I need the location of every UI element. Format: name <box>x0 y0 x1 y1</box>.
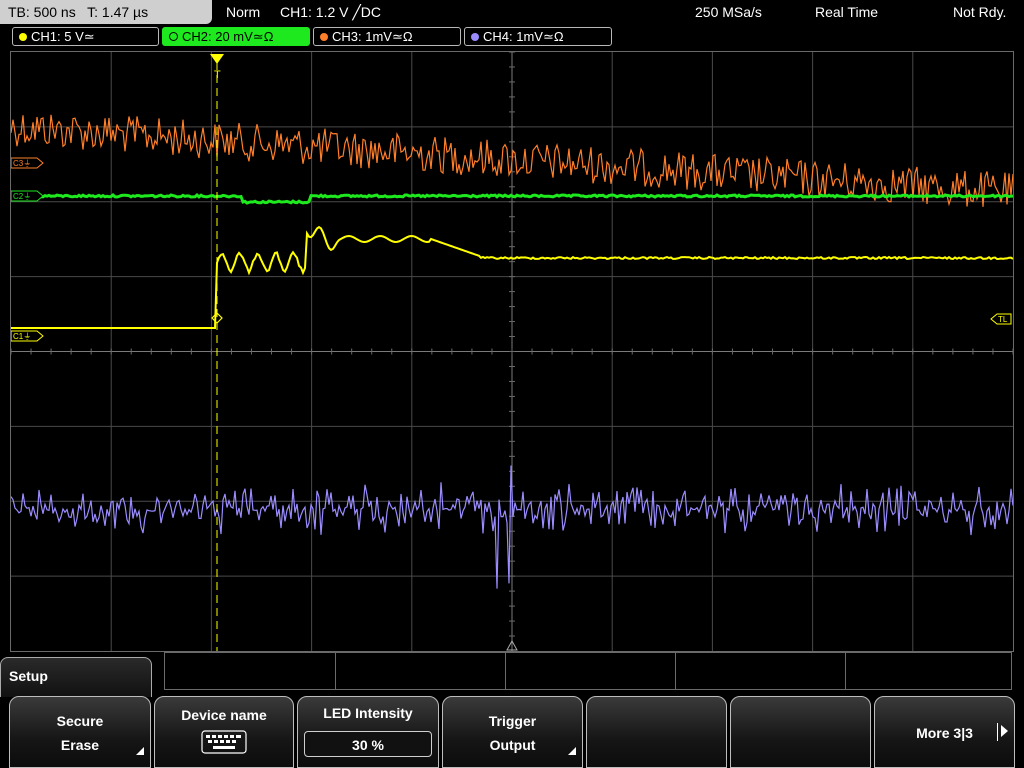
keyboard-icon <box>201 730 247 757</box>
channel-3-chip[interactable]: CH3: 1mV≃Ω <box>313 27 461 46</box>
empty-softkey-6[interactable] <box>730 696 871 768</box>
timebase-box[interactable]: TB: 500 ns T: 1.47 µs <box>0 0 212 24</box>
message-cell <box>165 653 336 689</box>
waveform-display[interactable]: T C3⏚ C2⏚ C1⏚ TL <box>10 51 1014 652</box>
c2-offset-marker: C2⏚ <box>11 190 44 202</box>
message-area <box>164 652 1012 690</box>
c1-marker-label: C1⏚ <box>13 332 31 341</box>
trigger-status: Not Rdy. <box>953 4 1007 20</box>
empty-softkey-5[interactable] <box>586 696 727 768</box>
status-bar: TB: 500 ns T: 1.47 µs Norm CH1: 1.2 V ╱D… <box>0 0 1024 25</box>
submenu-corner-icon <box>136 747 144 755</box>
separator <box>997 723 998 741</box>
chevron-right-icon <box>1001 725 1008 737</box>
more-button[interactable]: More 3|3 <box>874 696 1015 768</box>
ch4-color-dot <box>471 33 479 41</box>
setup-tab-label: Setup <box>9 668 48 684</box>
c3-marker-label: C3⏚ <box>13 159 31 168</box>
submenu-corner-icon <box>568 747 576 755</box>
ch3-label: CH3: 1mV≃Ω <box>332 29 413 44</box>
channel-4-chip[interactable]: CH4: 1mV≃Ω <box>464 27 612 46</box>
message-cell <box>335 653 506 689</box>
ch3-color-dot <box>320 33 328 41</box>
c2-marker-label: C2⏚ <box>13 192 31 201</box>
softkey-label: Output <box>489 737 536 753</box>
channel-1-chip[interactable]: CH1: 5 V≃ <box>12 27 159 46</box>
sample-rate: 250 MSa/s <box>695 4 762 20</box>
led-intensity-value: 30 % <box>304 731 432 757</box>
message-cell <box>505 653 676 689</box>
softkey-label: More 3|3 <box>916 725 973 741</box>
softkey-label: Secure <box>56 713 104 729</box>
timebase-value: TB: 500 ns <box>8 4 76 20</box>
trigger-time-value: T: 1.47 µs <box>87 4 149 20</box>
softkey-label: LED Intensity <box>323 705 413 721</box>
setup-tab[interactable]: Setup <box>0 657 152 697</box>
trigger-info[interactable]: CH1: 1.2 V ╱DC <box>280 0 381 24</box>
channel-bar: CH1: 5 V≃ CH2: 20 mV≃Ω CH3: 1mV≃Ω CH4: 1… <box>0 26 1024 48</box>
ch2-label: CH2: 20 mV≃Ω <box>182 29 274 44</box>
softkey-area: Setup Secure Erase Device name LED Inten… <box>0 652 1024 768</box>
c1-offset-marker: C1⏚ <box>11 330 44 342</box>
ch4-label: CH4: 1mV≃Ω <box>483 29 564 44</box>
led-intensity-button[interactable]: LED Intensity 30 % <box>297 696 439 768</box>
softkey-label: Device name <box>181 707 267 723</box>
softkey-label: Trigger <box>488 713 537 729</box>
softkey-label: Erase <box>60 737 100 753</box>
trigger-level-marker: TL <box>990 313 1012 325</box>
ch1-color-dot <box>19 33 27 41</box>
device-name-button[interactable]: Device name <box>154 696 294 768</box>
c3-offset-marker: C3⏚ <box>11 157 44 169</box>
acquisition-mode: Real Time <box>815 4 879 20</box>
ch1-label: CH1: 5 V≃ <box>31 29 95 44</box>
ch2-color-dot <box>169 32 178 41</box>
trigger-mode[interactable]: Norm <box>226 0 260 24</box>
channel-2-chip[interactable]: CH2: 20 mV≃Ω <box>162 27 310 46</box>
message-cell <box>675 653 846 689</box>
trigger-output-button[interactable]: Trigger Output <box>442 696 583 768</box>
trigger-pos-label: T <box>214 69 221 81</box>
secure-erase-button[interactable]: Secure Erase <box>9 696 151 768</box>
tl-marker-label: TL <box>998 315 1008 324</box>
graticule: T C3⏚ C2⏚ C1⏚ TL <box>11 52 1013 651</box>
